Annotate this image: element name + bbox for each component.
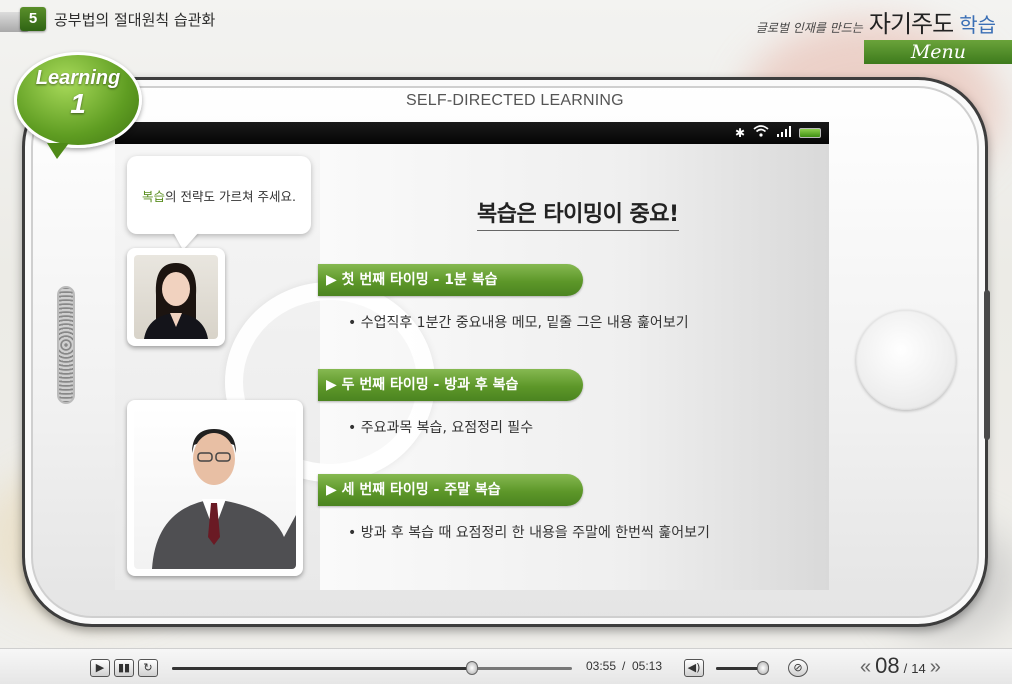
signal-icon [777,125,791,140]
prev-page-button[interactable]: « [860,656,871,679]
timing-detail-3: • 방과 후 복습 때 요점정리 한 내용을 주말에 한번씩 훑어보기 [348,525,710,541]
brand-logo: 글로벌 인재를 만드는 자기주도 학습 [756,4,996,39]
speech-text: 의 전략도 가르쳐 주세요. [165,188,296,204]
pause-button[interactable]: ▮▮ [114,659,134,677]
volume-knob[interactable] [756,661,769,675]
total-time: 05:13 [632,659,663,673]
speech-bubble: 복습의 전략도 가르쳐 주세요. [127,156,311,234]
speech-highlight: 복습 [142,188,166,204]
time-separator: / [622,659,626,673]
battery-icon [799,127,821,138]
page-total: 14 [911,661,926,676]
chapter-number-badge: 5 [20,7,46,31]
timing-detail-1: • 수업직후 1분간 중요내용 메모, 밑줄 그은 내용 훑어보기 [348,315,689,331]
progress-fill [172,667,472,670]
menu-button[interactable]: Menu [864,40,1012,64]
page-indicator: « 08 / 14 » [860,653,941,679]
page-current: 08 [875,653,900,678]
brand-title-accent: 학습 [959,13,996,37]
badge-word: Learning [35,67,121,89]
phone-screen: ✱ 복습의 전략도 가르쳐 주세요. 복습은 타이밍이 중요! ▶ 첫 번째 타… [115,122,829,590]
teacher-avatar [134,407,296,569]
teacher-photo-frame [127,400,303,576]
timing-heading-3: ▶ 세 번째 타이밍 - 주말 복습 [318,474,583,506]
progress-track[interactable] [172,667,572,670]
learning-badge: Learning 1 [14,52,142,159]
replay-button[interactable]: ↻ [138,659,158,677]
bluetooth-icon: ✱ [734,125,745,140]
speaker-grille [57,286,75,404]
status-bar: ✱ [115,122,829,144]
timing-detail-2: • 주요과목 복습, 요점정리 필수 [348,420,534,436]
volume-fill [716,667,763,670]
phone-title: SELF-DIRECTED LEARNING [406,92,624,109]
compass-icon[interactable]: ⊘ [788,659,808,677]
student-avatar [134,255,218,339]
player-controls: ▶ ▮▮ ↻ 03:55 / 05:13 ◀) ⊘ « 08 / 14 » [0,648,1012,684]
chapter-title: 공부법의 절대원칙 습관화 [54,11,216,29]
badge-number: 1 [70,88,86,119]
home-button[interactable] [856,310,956,410]
volume-icon[interactable]: ◀) [684,659,704,677]
brand-subtitle: 글로벌 인재를 만드는 [755,21,863,35]
timing-heading-1: ▶ 첫 번째 타이밍 - 1분 복습 [318,264,583,296]
play-button[interactable]: ▶ [90,659,110,677]
student-photo-frame [127,248,225,346]
slide-title: 복습은 타이밍이 중요! [477,196,679,231]
current-time: 03:55 [586,659,617,673]
next-page-button[interactable]: » [930,656,941,679]
timing-heading-2: ▶ 두 번째 타이밍 - 방과 후 복습 [318,369,583,401]
phone-side-button [984,290,990,440]
brand-title: 자기주도 [868,10,954,38]
wifi-icon [753,125,769,140]
page-separator: / [903,661,908,676]
progress-knob[interactable] [466,661,478,675]
